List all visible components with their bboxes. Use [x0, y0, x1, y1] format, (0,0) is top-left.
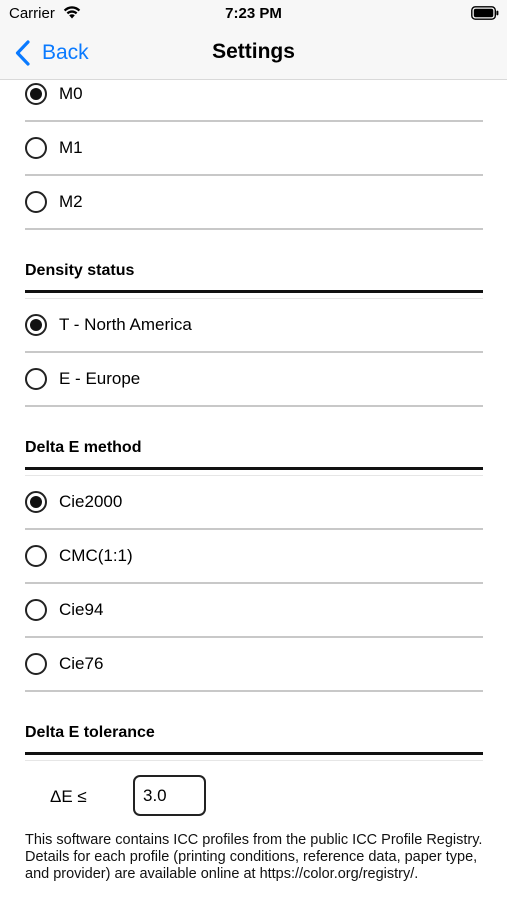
- section-divider: [25, 290, 483, 293]
- method-option-cie76[interactable]: Cie76: [25, 638, 483, 692]
- option-label: CMC(1:1): [59, 546, 133, 565]
- radio-unselected-icon: [25, 137, 47, 159]
- radio-selected-icon: [25, 83, 47, 105]
- page-title: Settings: [212, 40, 295, 63]
- method-option-cie2000[interactable]: Cie2000: [25, 476, 483, 530]
- section-title-delta-e-tolerance: Delta E tolerance: [25, 724, 155, 741]
- radio-unselected-icon: [25, 191, 47, 213]
- option-label: Cie94: [59, 600, 104, 619]
- option-label: Cie2000: [59, 492, 123, 511]
- density-option-t-north-america[interactable]: T - North America: [25, 299, 483, 353]
- method-option-cie94[interactable]: Cie94: [25, 584, 483, 638]
- radio-selected-icon: [25, 314, 47, 336]
- tolerance-input[interactable]: [133, 775, 206, 816]
- radio-unselected-icon: [25, 368, 47, 390]
- radio-unselected-icon: [25, 545, 47, 567]
- option-label: M0: [59, 84, 83, 103]
- option-label: T - North America: [59, 315, 192, 334]
- option-label: E - Europe: [59, 369, 141, 388]
- option-label: M2: [59, 192, 83, 211]
- option-label: M1: [59, 138, 83, 157]
- option-label: Cie76: [59, 654, 104, 673]
- status-bar: Carrier 7:23 PM: [0, 0, 507, 28]
- radio-unselected-icon: [25, 599, 47, 621]
- section-divider: [25, 752, 483, 755]
- mode-option-m0[interactable]: M0: [25, 68, 483, 122]
- mode-option-m2[interactable]: M2: [25, 176, 483, 230]
- section-title-delta-e-method: Delta E method: [25, 439, 142, 456]
- tolerance-label: ΔE ≤: [50, 787, 87, 806]
- radio-selected-icon: [25, 491, 47, 513]
- section-divider-light: [25, 760, 483, 761]
- mode-option-m1[interactable]: M1: [25, 122, 483, 176]
- method-option-cmc[interactable]: CMC(1:1): [25, 530, 483, 584]
- radio-unselected-icon: [25, 653, 47, 675]
- section-divider: [25, 467, 483, 470]
- icc-profile-notice: This software contains ICC profiles from…: [25, 832, 483, 882]
- density-option-e-europe[interactable]: E - Europe: [25, 353, 483, 407]
- status-time: 7:23 PM: [225, 5, 282, 22]
- section-title-density-status: Density status: [25, 262, 135, 279]
- battery-icon: [471, 6, 499, 20]
